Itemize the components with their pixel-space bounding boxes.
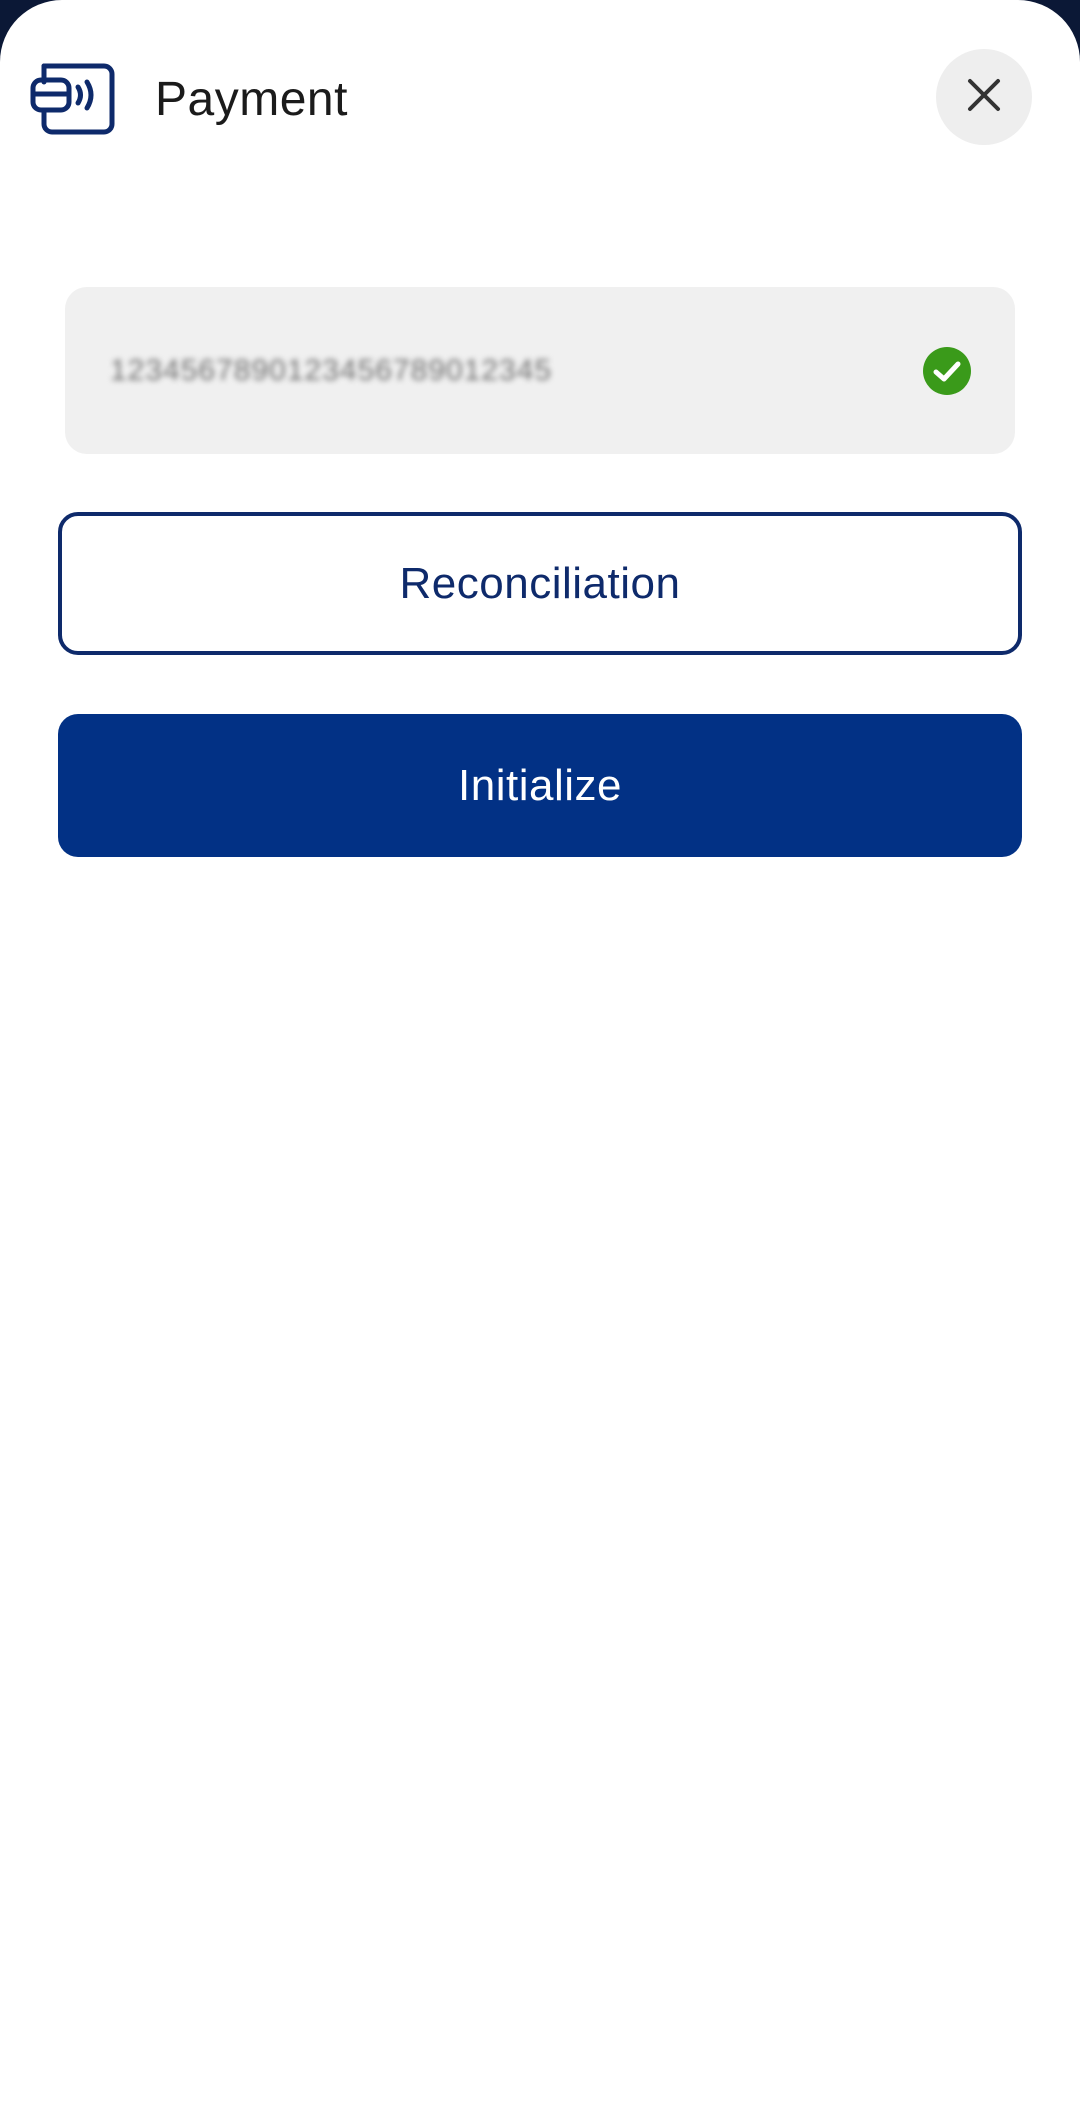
check-circle-icon [922, 346, 972, 396]
payment-sheet: Payment 1234567890123456789012345 Reconc… [0, 0, 1080, 2116]
contactless-card-icon [30, 58, 116, 136]
initialize-button[interactable]: Initialize [58, 714, 1022, 857]
device-id-value: 1234567890123456789012345 [110, 354, 553, 387]
page-title: Payment [155, 73, 348, 126]
close-button[interactable] [936, 49, 1032, 145]
reconciliation-button[interactable]: Reconciliation [58, 512, 1022, 655]
close-icon [967, 78, 1001, 117]
device-id-field[interactable]: 1234567890123456789012345 [65, 287, 1015, 454]
sheet-header: Payment [0, 0, 1080, 200]
